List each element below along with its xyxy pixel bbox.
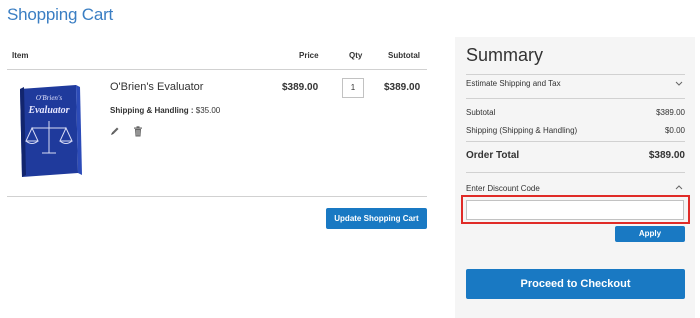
cart-table: Item Price Qty Subtotal O'Brien's Evalua… bbox=[7, 40, 427, 197]
divider bbox=[466, 98, 685, 99]
subtotal-line: Subtotal $389.00 bbox=[466, 108, 685, 117]
column-item: Item bbox=[12, 51, 29, 60]
estimate-shipping-label: Estimate Shipping and Tax bbox=[466, 79, 561, 88]
subtotal-label: Subtotal bbox=[466, 108, 496, 117]
discount-code-input[interactable] bbox=[466, 200, 684, 220]
subtotal-value: $389.00 bbox=[656, 108, 685, 117]
column-qty: Qty bbox=[349, 51, 363, 60]
pencil-icon[interactable] bbox=[110, 126, 120, 136]
item-actions bbox=[110, 126, 143, 137]
cart-table-header: Item Price Qty Subtotal bbox=[7, 40, 427, 70]
discount-label: Enter Discount Code bbox=[466, 184, 540, 193]
order-total-value: $389.00 bbox=[648, 150, 685, 161]
summary-title: Summary bbox=[466, 45, 544, 65]
product-name[interactable]: O'Brien's Evaluator bbox=[110, 81, 203, 93]
update-cart-button[interactable]: Update Shopping Cart bbox=[326, 208, 427, 229]
shipping-label: Shipping (Shipping & Handling) bbox=[466, 126, 578, 135]
option-value: $35.00 bbox=[195, 106, 221, 115]
estimate-shipping-toggle[interactable]: Estimate Shipping and Tax bbox=[466, 79, 685, 88]
divider bbox=[466, 141, 685, 142]
cart-item-row: O'Brien's Evaluator O'Brien's Evaluator … bbox=[7, 70, 427, 197]
shipping-line: Shipping (Shipping & Handling) $0.00 bbox=[466, 126, 685, 135]
book-cover-line2: Evaluator bbox=[27, 105, 69, 116]
proceed-to-checkout-button[interactable]: Proceed to Checkout bbox=[466, 269, 685, 299]
page-title: Shopping Cart bbox=[7, 5, 114, 24]
item-price: $389.00 bbox=[282, 82, 319, 93]
shipping-value: $0.00 bbox=[664, 126, 685, 135]
apply-discount-button[interactable]: Apply bbox=[615, 226, 685, 242]
trash-icon[interactable] bbox=[133, 126, 143, 137]
divider bbox=[466, 172, 685, 173]
column-subtotal: Subtotal bbox=[388, 51, 420, 60]
item-subtotal: $389.00 bbox=[384, 82, 421, 93]
chevron-up-icon bbox=[675, 185, 683, 190]
order-total-line: Order Total $389.00 bbox=[466, 150, 685, 161]
product-image[interactable]: O'Brien's Evaluator bbox=[12, 83, 82, 179]
product-option: Shipping & Handling : $35.00 bbox=[110, 106, 220, 115]
discount-toggle[interactable]: Enter Discount Code bbox=[466, 184, 685, 193]
summary-panel: Summary Estimate Shipping and Tax Subtot… bbox=[455, 37, 695, 318]
chevron-down-icon bbox=[675, 81, 683, 86]
option-label: Shipping & Handling : bbox=[110, 106, 194, 115]
quantity-input[interactable]: 1 bbox=[342, 78, 364, 98]
column-price: Price bbox=[299, 51, 319, 60]
order-total-label: Order Total bbox=[466, 150, 520, 161]
divider bbox=[466, 74, 685, 75]
book-cover-line1: O'Brien's bbox=[36, 94, 63, 102]
